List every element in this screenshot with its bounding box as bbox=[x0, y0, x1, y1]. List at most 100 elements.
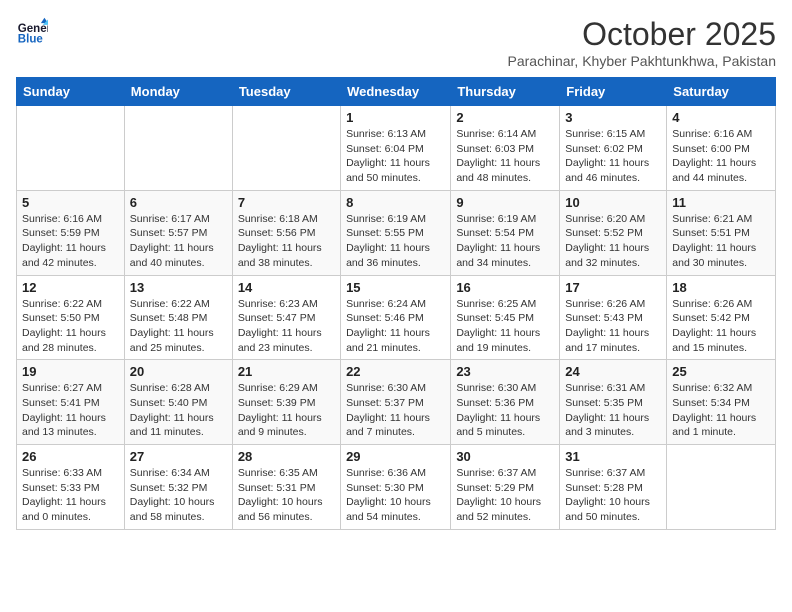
calendar-cell: 18Sunrise: 6:26 AM Sunset: 5:42 PM Dayli… bbox=[667, 275, 776, 360]
day-number: 11 bbox=[672, 195, 770, 210]
calendar-cell bbox=[667, 445, 776, 530]
day-info: Sunrise: 6:28 AM Sunset: 5:40 PM Dayligh… bbox=[130, 381, 227, 440]
weekday-header-thursday: Thursday bbox=[451, 78, 560, 106]
day-number: 9 bbox=[456, 195, 554, 210]
calendar-cell: 25 Sunrise: 6:32 AM Sunset: 5:34 PM Dayli… bbox=[667, 360, 776, 445]
calendar-cell: 19Sunrise: 6:27 AM Sunset: 5:41 PM Dayli… bbox=[17, 360, 125, 445]
calendar-cell: 22Sunrise: 6:30 AM Sunset: 5:37 PM Dayli… bbox=[341, 360, 451, 445]
calendar-cell: 24 Sunrise: 6:31 AM Sunset: 5:35 PM Dayli… bbox=[560, 360, 667, 445]
day-info: Sunrise: 6:37 AM Sunset: 5:29 PM Dayligh… bbox=[456, 466, 554, 525]
logo-icon: General Blue bbox=[16, 16, 48, 48]
day-number: 3 bbox=[565, 110, 661, 125]
calendar-cell bbox=[124, 106, 232, 191]
day-number: 4 bbox=[672, 110, 770, 125]
location-title: Parachinar, Khyber Pakhtunkhwa, Pakistan bbox=[508, 53, 777, 69]
day-info: Sunrise: 6:22 AM Sunset: 5:48 PM Dayligh… bbox=[130, 297, 227, 356]
calendar-cell: 5 Sunrise: 6:16 AM Sunset: 5:59 PM Daylig… bbox=[17, 190, 125, 275]
weekday-header-monday: Monday bbox=[124, 78, 232, 106]
day-info: Sunrise: 6:16 AM Sunset: 5:59 PM Dayligh… bbox=[22, 212, 119, 271]
page-header: General Blue October 2025 Parachinar, Kh… bbox=[16, 16, 776, 69]
day-info: Sunrise: 6:30 AM Sunset: 5:36 PM Dayligh… bbox=[456, 381, 554, 440]
day-number: 25 bbox=[672, 364, 770, 379]
day-info: Sunrise: 6:26 AM Sunset: 5:43 PM Dayligh… bbox=[565, 297, 661, 356]
svg-text:Blue: Blue bbox=[18, 34, 44, 46]
day-number: 27 bbox=[130, 449, 227, 464]
calendar-cell: 13 Sunrise: 6:22 AM Sunset: 5:48 PM Dayli… bbox=[124, 275, 232, 360]
calendar-cell: 28Sunrise: 6:35 AM Sunset: 5:31 PM Dayli… bbox=[232, 445, 340, 530]
calendar-cell: 29 Sunrise: 6:36 AM Sunset: 5:30 PM Dayli… bbox=[341, 445, 451, 530]
calendar-cell: 11Sunrise: 6:21 AM Sunset: 5:51 PM Dayli… bbox=[667, 190, 776, 275]
day-number: 5 bbox=[22, 195, 119, 210]
day-number: 1 bbox=[346, 110, 445, 125]
calendar-table: SundayMondayTuesdayWednesdayThursdayFrid… bbox=[16, 77, 776, 530]
day-number: 7 bbox=[238, 195, 335, 210]
day-info: Sunrise: 6:20 AM Sunset: 5:52 PM Dayligh… bbox=[565, 212, 661, 271]
weekday-header-wednesday: Wednesday bbox=[341, 78, 451, 106]
calendar-cell: 8 Sunrise: 6:19 AM Sunset: 5:55 PM Daylig… bbox=[341, 190, 451, 275]
calendar-cell: 23 Sunrise: 6:30 AM Sunset: 5:36 PM Dayli… bbox=[451, 360, 560, 445]
calendar-cell bbox=[232, 106, 340, 191]
week-row-5: 26Sunrise: 6:33 AM Sunset: 5:33 PM Dayli… bbox=[17, 445, 776, 530]
day-number: 20 bbox=[130, 364, 227, 379]
calendar-cell: 10 Sunrise: 6:20 AM Sunset: 5:52 PM Dayli… bbox=[560, 190, 667, 275]
calendar-cell: 30 Sunrise: 6:37 AM Sunset: 5:29 PM Dayli… bbox=[451, 445, 560, 530]
week-row-1: 1Sunrise: 6:13 AM Sunset: 6:04 PM Daylig… bbox=[17, 106, 776, 191]
day-number: 28 bbox=[238, 449, 335, 464]
day-number: 14 bbox=[238, 280, 335, 295]
day-info: Sunrise: 6:22 AM Sunset: 5:50 PM Dayligh… bbox=[22, 297, 119, 356]
day-number: 6 bbox=[130, 195, 227, 210]
day-number: 30 bbox=[456, 449, 554, 464]
calendar-cell: 26Sunrise: 6:33 AM Sunset: 5:33 PM Dayli… bbox=[17, 445, 125, 530]
weekday-header-tuesday: Tuesday bbox=[232, 78, 340, 106]
week-row-3: 12 Sunrise: 6:22 AM Sunset: 5:50 PM Dayli… bbox=[17, 275, 776, 360]
day-number: 24 bbox=[565, 364, 661, 379]
day-info: Sunrise: 6:27 AM Sunset: 5:41 PM Dayligh… bbox=[22, 381, 119, 440]
day-number: 29 bbox=[346, 449, 445, 464]
day-info: Sunrise: 6:16 AM Sunset: 6:00 PM Dayligh… bbox=[672, 127, 770, 186]
calendar-cell: 27 Sunrise: 6:34 AM Sunset: 5:32 PM Dayli… bbox=[124, 445, 232, 530]
day-number: 8 bbox=[346, 195, 445, 210]
day-number: 18 bbox=[672, 280, 770, 295]
day-info: Sunrise: 6:25 AM Sunset: 5:45 PM Dayligh… bbox=[456, 297, 554, 356]
day-info: Sunrise: 6:33 AM Sunset: 5:33 PM Dayligh… bbox=[22, 466, 119, 525]
day-info: Sunrise: 6:15 AM Sunset: 6:02 PM Dayligh… bbox=[565, 127, 661, 186]
weekday-header-saturday: Saturday bbox=[667, 78, 776, 106]
day-number: 17 bbox=[565, 280, 661, 295]
day-info: Sunrise: 6:23 AM Sunset: 5:47 PM Dayligh… bbox=[238, 297, 335, 356]
calendar-cell bbox=[17, 106, 125, 191]
calendar-cell: 3 Sunrise: 6:15 AM Sunset: 6:02 PM Daylig… bbox=[560, 106, 667, 191]
calendar-cell: 16 Sunrise: 6:25 AM Sunset: 5:45 PM Dayli… bbox=[451, 275, 560, 360]
day-number: 21 bbox=[238, 364, 335, 379]
day-number: 16 bbox=[456, 280, 554, 295]
calendar-cell: 4 Sunrise: 6:16 AM Sunset: 6:00 PM Daylig… bbox=[667, 106, 776, 191]
day-info: Sunrise: 6:36 AM Sunset: 5:30 PM Dayligh… bbox=[346, 466, 445, 525]
day-info: Sunrise: 6:34 AM Sunset: 5:32 PM Dayligh… bbox=[130, 466, 227, 525]
day-info: Sunrise: 6:32 AM Sunset: 5:34 PM Dayligh… bbox=[672, 381, 770, 440]
weekday-header-row: SundayMondayTuesdayWednesdayThursdayFrid… bbox=[17, 78, 776, 106]
week-row-2: 5 Sunrise: 6:16 AM Sunset: 5:59 PM Daylig… bbox=[17, 190, 776, 275]
day-info: Sunrise: 6:17 AM Sunset: 5:57 PM Dayligh… bbox=[130, 212, 227, 271]
day-info: Sunrise: 6:37 AM Sunset: 5:28 PM Dayligh… bbox=[565, 466, 661, 525]
day-number: 23 bbox=[456, 364, 554, 379]
day-number: 10 bbox=[565, 195, 661, 210]
calendar-cell: 17 Sunrise: 6:26 AM Sunset: 5:43 PM Dayli… bbox=[560, 275, 667, 360]
weekday-header-friday: Friday bbox=[560, 78, 667, 106]
calendar-cell: 7Sunrise: 6:18 AM Sunset: 5:56 PM Daylig… bbox=[232, 190, 340, 275]
day-number: 15 bbox=[346, 280, 445, 295]
day-number: 2 bbox=[456, 110, 554, 125]
calendar-cell: 31Sunrise: 6:37 AM Sunset: 5:28 PM Dayli… bbox=[560, 445, 667, 530]
day-info: Sunrise: 6:31 AM Sunset: 5:35 PM Dayligh… bbox=[565, 381, 661, 440]
logo: General Blue bbox=[16, 16, 48, 48]
weekday-header-sunday: Sunday bbox=[17, 78, 125, 106]
calendar-cell: 2 Sunrise: 6:14 AM Sunset: 6:03 PM Daylig… bbox=[451, 106, 560, 191]
day-info: Sunrise: 6:19 AM Sunset: 5:55 PM Dayligh… bbox=[346, 212, 445, 271]
week-row-4: 19Sunrise: 6:27 AM Sunset: 5:41 PM Dayli… bbox=[17, 360, 776, 445]
calendar-cell: 12 Sunrise: 6:22 AM Sunset: 5:50 PM Dayli… bbox=[17, 275, 125, 360]
day-info: Sunrise: 6:24 AM Sunset: 5:46 PM Dayligh… bbox=[346, 297, 445, 356]
day-info: Sunrise: 6:29 AM Sunset: 5:39 PM Dayligh… bbox=[238, 381, 335, 440]
calendar-cell: 20 Sunrise: 6:28 AM Sunset: 5:40 PM Dayli… bbox=[124, 360, 232, 445]
day-number: 13 bbox=[130, 280, 227, 295]
day-info: Sunrise: 6:14 AM Sunset: 6:03 PM Dayligh… bbox=[456, 127, 554, 186]
day-number: 12 bbox=[22, 280, 119, 295]
calendar-cell: 1Sunrise: 6:13 AM Sunset: 6:04 PM Daylig… bbox=[341, 106, 451, 191]
